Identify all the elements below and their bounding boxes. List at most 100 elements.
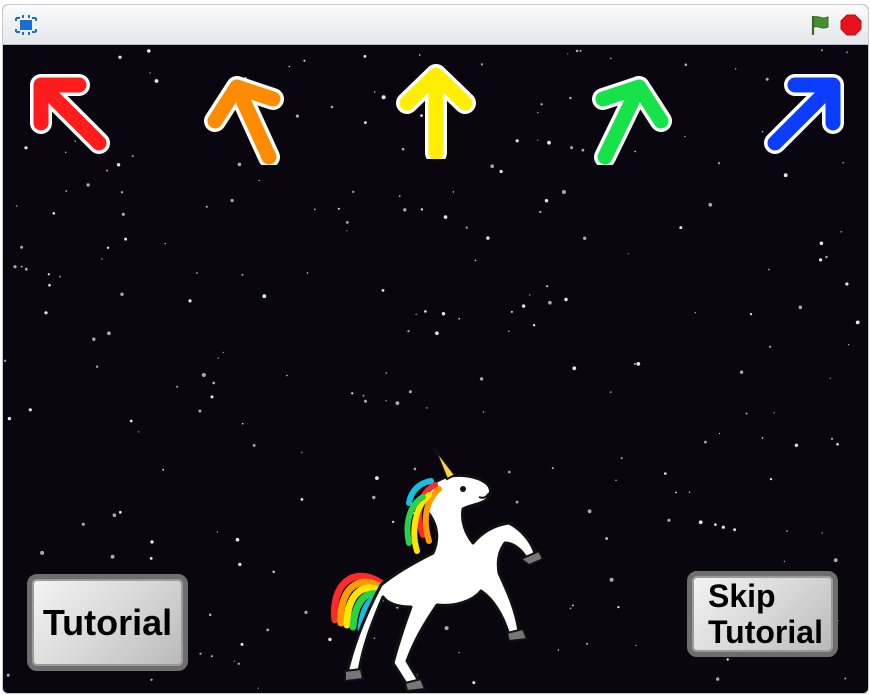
star [106,246,110,249]
star [717,162,721,165]
arrow-left-target [30,74,110,154]
star [617,606,620,609]
star [833,558,838,563]
star [408,390,412,394]
star [303,59,306,62]
star [441,312,446,316]
skip-button-label-line1: Skip [708,578,776,614]
star [587,509,592,514]
star [675,491,677,494]
star [415,313,417,315]
star [845,282,849,286]
star [385,372,387,374]
star [286,374,288,377]
star [150,540,154,544]
star [529,294,531,296]
star [15,205,18,207]
star [330,105,334,109]
star [196,272,198,274]
star [474,259,477,262]
star [540,103,543,106]
star [149,72,151,74]
star [116,163,121,167]
star [537,139,539,141]
star [537,111,539,114]
star [579,50,582,52]
star [761,437,764,439]
star [418,54,421,56]
star [844,677,847,680]
star [769,478,773,481]
star [620,457,623,460]
skip-tutorial-button[interactable]: Skip Tutorial [687,571,838,657]
star [110,554,115,559]
player-window: Tutorial Skip Tutorial [2,4,869,694]
star [199,652,202,655]
stop-icon[interactable] [839,13,863,37]
star [567,53,569,55]
star [208,613,212,617]
star [257,687,259,689]
star [698,520,703,525]
star [821,49,823,52]
star [118,510,122,514]
star [825,255,828,259]
tutorial-button-label: Tutorial [42,601,173,643]
star [120,191,124,194]
star [118,55,122,59]
game-stage[interactable]: Tutorial Skip Tutorial [3,45,868,693]
tutorial-button[interactable]: Tutorial [27,574,188,671]
star [337,207,340,210]
fullscreen-icon[interactable] [14,13,38,37]
star [351,392,354,395]
star [381,95,386,100]
star [609,577,614,582]
star [708,202,713,207]
star [684,63,688,66]
star [241,422,244,425]
star [420,208,424,211]
star [154,79,159,83]
star [137,431,140,433]
star [480,63,483,66]
star [210,395,214,399]
star [627,253,630,255]
star [3,359,7,362]
arrow-down-target [204,76,284,165]
star [726,658,729,661]
green-flag-icon[interactable] [808,13,832,37]
star [819,258,823,262]
star [352,190,355,193]
player-toolbar [3,5,868,45]
star [65,190,67,192]
star [120,292,124,296]
star [548,300,552,305]
star [150,678,153,681]
star [557,649,560,651]
star [147,49,151,53]
star [217,357,219,359]
star [783,560,786,563]
star [266,628,270,632]
star [830,437,834,440]
star [240,642,244,646]
star [745,412,748,415]
star [749,313,753,316]
arrow-extra-target [764,74,844,154]
star [615,479,617,481]
star [539,210,542,214]
unicorn-sprite [331,448,545,693]
star [407,330,410,333]
star [424,310,427,313]
star [561,190,566,194]
star [634,363,636,365]
star [798,305,803,310]
star [374,91,376,93]
star [546,285,549,288]
star [112,513,117,517]
star [768,268,770,271]
star [499,169,503,174]
star [684,135,686,138]
star [840,231,842,233]
star [836,443,839,446]
